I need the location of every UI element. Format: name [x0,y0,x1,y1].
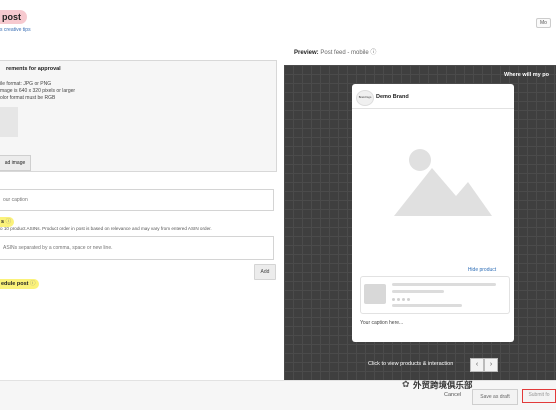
product-title-line [392,283,496,286]
rating-dot [407,298,410,301]
caption-input[interactable] [0,189,274,211]
rating-dot [392,298,395,301]
products-help-text: o 10 product ASINs. Product order in pos… [0,226,212,231]
page-title: post [0,10,27,24]
add-asin-button[interactable]: Add [254,264,276,280]
schedule-post-text: edule post [1,281,29,287]
more-button[interactable]: Mo [536,18,551,28]
image-placeholder-icon [394,149,492,216]
info-icon: ⓘ [370,50,377,56]
cancel-button[interactable]: Cancel [444,392,461,398]
hide-product-button[interactable]: Hide product [454,264,510,276]
where-will-my-post-link[interactable]: Where will my po [504,72,549,78]
submit-button[interactable]: Submit fo [522,389,556,403]
preview-mode: Post feed - mobile [320,50,369,56]
requirement-image-size: mage is 640 x 320 pixels or larger [0,88,76,94]
preview-label: Preview: Post feed - mobile ⓘ [294,47,376,56]
chevron-right-icon[interactable]: › [484,358,498,372]
image-placeholder-icon [0,107,18,137]
product-image-icon [364,284,386,304]
requirements-title: rements for approval [6,66,61,72]
card-divider [352,108,514,109]
info-icon: ⓘ [5,219,12,225]
products-label-text: s [1,219,5,225]
creative-tips-link[interactable]: s creative tips [0,27,31,33]
preview-title: Preview: [294,50,319,56]
schedule-post-label: edule post ⓘ [0,279,39,289]
watermark-text: 外贸跨境俱乐部 [413,380,473,390]
image-requirements-panel: rements for approval ile format: JPG or … [0,60,277,172]
requirement-file-format: ile format: JPG or PNG [0,81,52,87]
save-draft-button[interactable]: Save as draft [472,389,518,405]
asin-input[interactable] [0,236,274,260]
upload-image-button[interactable]: ad image [0,155,31,171]
info-icon: ⓘ [30,281,36,287]
requirement-color-format: olor format must be RGB [0,95,56,101]
chevron-left-icon[interactable]: ‹ [470,358,484,372]
rating-dot [397,298,400,301]
click-to-view-text: Click to view products & interaction [368,361,454,367]
wechat-icon: ✿ [402,379,410,389]
brand-logo: Brand logo [356,90,374,106]
product-subtitle-line [392,290,444,293]
preview-caption: Your caption here... [360,320,404,326]
rating-dot [402,298,405,301]
product-price-line [392,304,462,307]
brand-name: Demo Brand [376,94,409,100]
